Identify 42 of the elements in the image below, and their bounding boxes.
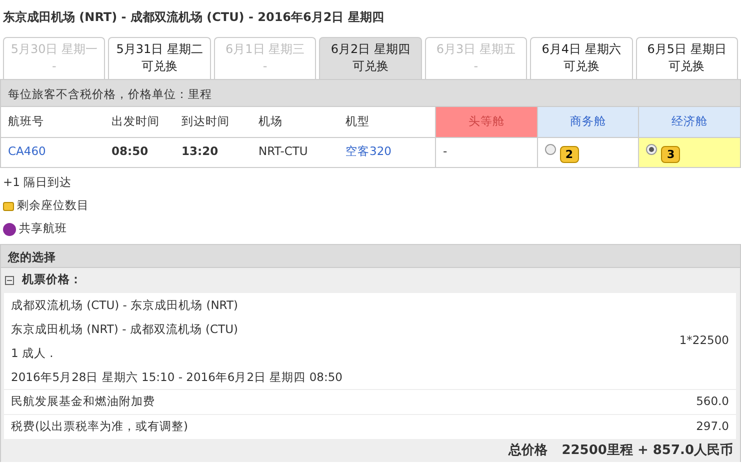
fee-amount: 560.0: [696, 392, 729, 410]
route-text: 东京成田机场 (NRT) - 成都双流机场 (CTU): [11, 320, 239, 338]
cabin-header: 经济舱: [638, 107, 740, 137]
page-title: 东京成田机场 (NRT) - 成都双流机场 (CTU) - 2016年6月2日 星期四: [2, 9, 385, 26]
table-cell: NRT-CTU: [252, 137, 338, 167]
cabin-header: 商务舱: [537, 107, 639, 137]
legend-text: +1 隔日到达: [3, 174, 72, 192]
column-header: 机场: [252, 107, 338, 137]
collapse-toggle[interactable]: [5, 276, 14, 284]
cabin-header: 头等舱: [436, 107, 538, 137]
section-title: 您的选择: [8, 250, 56, 264]
fare-amount: 1*22500: [679, 332, 729, 349]
share-icon: [3, 222, 16, 236]
table-cell: 13:20: [174, 137, 252, 167]
price-note: 每位旅客不含税价格，价格单位：里程: [8, 87, 212, 101]
seat-count-badge: 3: [661, 146, 680, 162]
radio-button[interactable]: [646, 144, 658, 154]
total-price: 22500里程 + 857.0人民币: [562, 442, 733, 460]
route-text: 成都双流机场 (CTU) - 东京成田机场 (NRT): [11, 296, 239, 314]
route-text: 2016年5月28日 星期六 15:10 - 2016年6月2日 星期四 08:50: [11, 368, 342, 386]
column-header: 出发时间: [104, 107, 174, 137]
table-cell: -: [443, 144, 448, 158]
date-tab[interactable]: 6月4日 星期六 可兑换: [530, 37, 633, 79]
fee-amount: 297.0: [696, 418, 729, 435]
table-cell: 08:50: [104, 137, 174, 167]
route-text: 1 成人 .: [11, 344, 54, 362]
date-tab[interactable]: 6月5日 星期日 可兑换: [636, 37, 738, 79]
fee-label: 税费(以出票税率为准，或有调整): [11, 418, 188, 435]
section-heading: 机票价格：: [22, 271, 82, 288]
legend-text: 共享航班: [19, 220, 67, 238]
seat-icon: [3, 202, 14, 210]
fee-label: 民航发展基金和燃油附加费: [11, 392, 155, 410]
flight-link[interactable]: CA460: [0, 137, 104, 167]
radio-button[interactable]: [544, 144, 556, 154]
date-tab[interactable]: 5月31日 星期二 可兑换: [108, 37, 211, 79]
column-header: 到达时间: [174, 107, 252, 137]
total-label: 总价格: [508, 442, 548, 460]
column-header: 航班号: [0, 107, 104, 137]
seat-count-badge: 2: [560, 146, 579, 162]
aircraft-link[interactable]: 空客320: [338, 137, 436, 167]
date-tab[interactable]: 6月2日 星期四 可兑换: [319, 37, 422, 79]
legend-text: 剩余座位数目: [17, 197, 89, 214]
